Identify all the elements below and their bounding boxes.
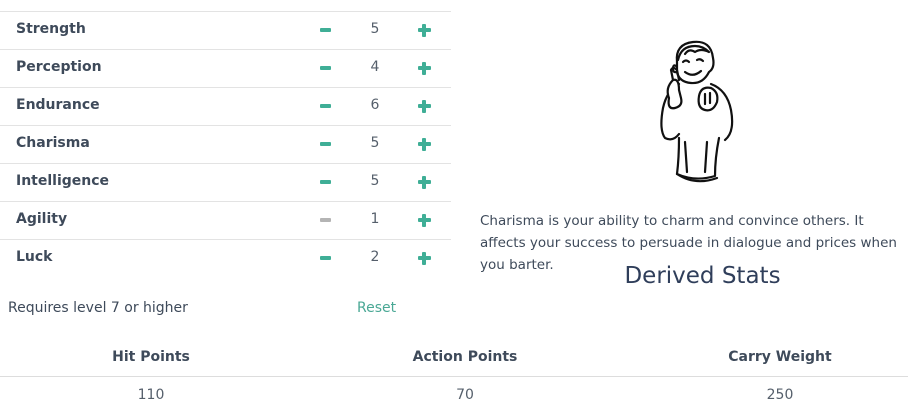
stat-row-perception: Perception 4 [0, 49, 451, 87]
hit-points-header: Hit Points [112, 349, 190, 365]
plus-icon [417, 99, 431, 113]
decrease-intelligence-button[interactable] [313, 170, 337, 194]
increase-endurance-button[interactable] [412, 94, 436, 118]
derived-stats-header: Hit Points Action Points Carry Weight [0, 340, 908, 377]
decrease-charisma-button[interactable] [313, 132, 337, 156]
minus-icon [319, 142, 331, 146]
level-requirement-text: Requires level 7 or higher [8, 300, 188, 316]
stat-row-agility: Agility 1 [0, 201, 451, 239]
stat-row-luck: Luck 2 [0, 239, 451, 277]
minus-icon [319, 218, 331, 222]
stat-value: 5 [370, 135, 380, 151]
stat-row-endurance: Endurance 6 [0, 87, 451, 125]
minus-icon [319, 180, 331, 184]
stat-name: Intelligence [16, 173, 110, 189]
stat-row-intelligence: Intelligence 5 [0, 163, 451, 201]
stat-value: 4 [370, 59, 380, 75]
minus-icon [319, 104, 331, 108]
decrease-strength-button[interactable] [313, 18, 337, 42]
plus-icon [417, 251, 431, 265]
stat-value: 5 [370, 21, 380, 37]
derived-stats-title: Derived Stats [624, 263, 781, 289]
carry-weight-value: 250 [766, 387, 794, 403]
increase-agility-button[interactable] [412, 208, 436, 232]
plus-icon [417, 175, 431, 189]
carry-weight-header: Carry Weight [728, 349, 832, 365]
stat-row-charisma: Charisma 5 [0, 125, 451, 163]
plus-icon [417, 61, 431, 75]
increase-charisma-button[interactable] [412, 132, 436, 156]
stat-value: 6 [370, 97, 380, 113]
stat-name: Strength [16, 21, 86, 37]
minus-icon [319, 66, 331, 70]
minus-icon [319, 256, 331, 260]
stat-name: Luck [16, 249, 53, 265]
plus-icon [417, 137, 431, 151]
action-points-value: 70 [456, 387, 474, 403]
special-stats-table: Strength 5 Perception 4 Endurance 6 Char… [0, 11, 451, 277]
decrease-luck-button[interactable] [313, 246, 337, 270]
action-points-header: Action Points [412, 349, 518, 365]
hit-points-value: 110 [137, 387, 165, 403]
stat-name: Endurance [16, 97, 100, 113]
derived-stats-table: Hit Points Action Points Carry Weight [0, 340, 908, 377]
stat-row-strength: Strength 5 [0, 11, 451, 49]
increase-strength-button[interactable] [412, 18, 436, 42]
reset-button[interactable]: Reset [357, 300, 396, 316]
decrease-agility-button[interactable] [313, 208, 337, 232]
increase-intelligence-button[interactable] [412, 170, 436, 194]
stat-name: Charisma [16, 135, 90, 151]
minus-icon [319, 28, 331, 32]
plus-icon [417, 213, 431, 227]
plus-icon [417, 23, 431, 37]
increase-perception-button[interactable] [412, 56, 436, 80]
stat-name: Perception [16, 59, 102, 75]
stat-value: 2 [370, 249, 380, 265]
vault-boy-icon [660, 40, 734, 183]
stat-value: 1 [370, 211, 380, 227]
decrease-endurance-button[interactable] [313, 94, 337, 118]
decrease-perception-button[interactable] [313, 56, 337, 80]
increase-luck-button[interactable] [412, 246, 436, 270]
stat-value: 5 [370, 173, 380, 189]
stat-name: Agility [16, 211, 68, 227]
